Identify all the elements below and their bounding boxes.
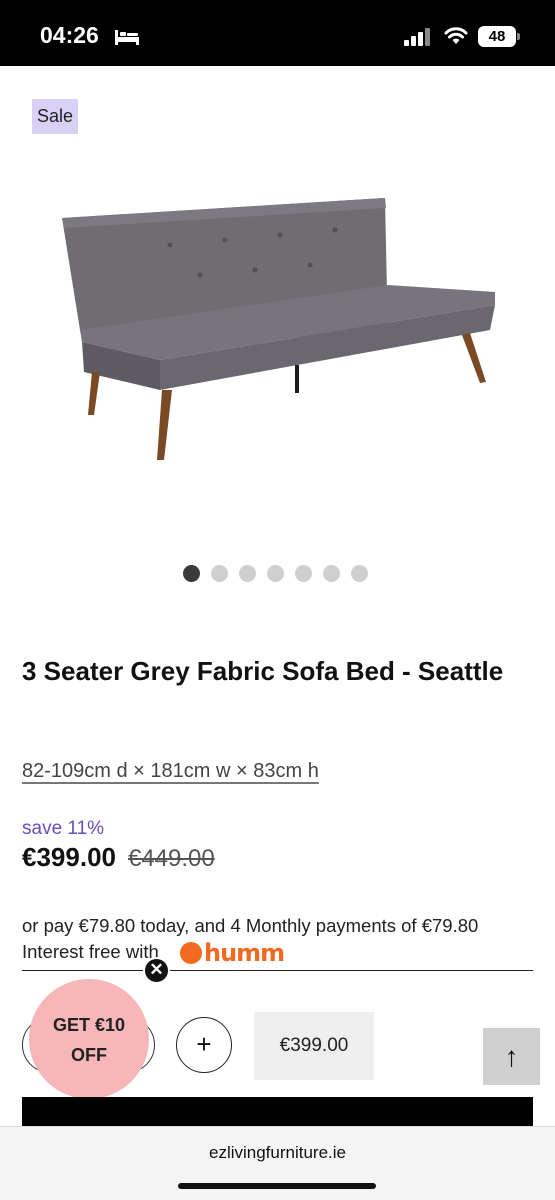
current-price: €399.00: [22, 842, 116, 872]
status-time: 04:26: [40, 22, 99, 48]
old-price: €449.00: [127, 845, 215, 872]
battery-tip: [517, 33, 520, 40]
status-bar: 04:26 48: [0, 0, 555, 66]
carousel-dot[interactable]: [351, 565, 368, 582]
humm-logo-text: humm: [204, 939, 285, 967]
humm-logo: humm: [180, 939, 285, 969]
wifi-icon: [444, 27, 468, 44]
carousel-dot[interactable]: [239, 565, 256, 582]
carousel-dot[interactable]: [295, 565, 312, 582]
humm-mark-icon: [180, 942, 202, 964]
interest-text: Interest free with: [22, 941, 159, 962]
promo-line1: GET €10: [52, 1015, 126, 1035]
carousel-dot[interactable]: [211, 565, 228, 582]
carousel-dot[interactable]: [183, 565, 200, 582]
promo-close-button[interactable]: ✕: [143, 957, 170, 984]
scroll-top-button[interactable]: ↑: [483, 1028, 540, 1085]
interest-row[interactable]: Interest free with humm: [22, 939, 533, 971]
carousel-dots: [183, 565, 368, 582]
increase-quantity-button[interactable]: +: [176, 1017, 232, 1073]
total-price-box: €399.00: [254, 1012, 374, 1080]
carousel-dot[interactable]: [323, 565, 340, 582]
product-image[interactable]: [50, 180, 510, 470]
save-percent: save 11%: [22, 818, 105, 839]
bed-icon: [115, 30, 139, 45]
dimensions-link[interactable]: 82-109cm d × 181cm w × 83cm h: [22, 760, 319, 783]
price-row: €399.00 €449.00: [22, 842, 215, 873]
browser-bar: ezlivingfurniture.ie: [0, 1126, 555, 1200]
sale-badge: Sale: [32, 99, 78, 134]
signal-icon: [404, 28, 430, 46]
product-title: 3 Seater Grey Fabric Sofa Bed - Seattle: [22, 656, 504, 686]
promo-line2: OFF: [71, 1045, 107, 1065]
url-text[interactable]: ezlivingfurniture.ie: [0, 1143, 555, 1163]
finance-text: or pay €79.80 today, and 4 Monthly payme…: [22, 915, 479, 936]
carousel-dot[interactable]: [267, 565, 284, 582]
promo-bubble[interactable]: GET €10 OFF: [29, 979, 149, 1099]
home-indicator: [178, 1183, 376, 1189]
battery-icon: 48: [478, 26, 516, 47]
